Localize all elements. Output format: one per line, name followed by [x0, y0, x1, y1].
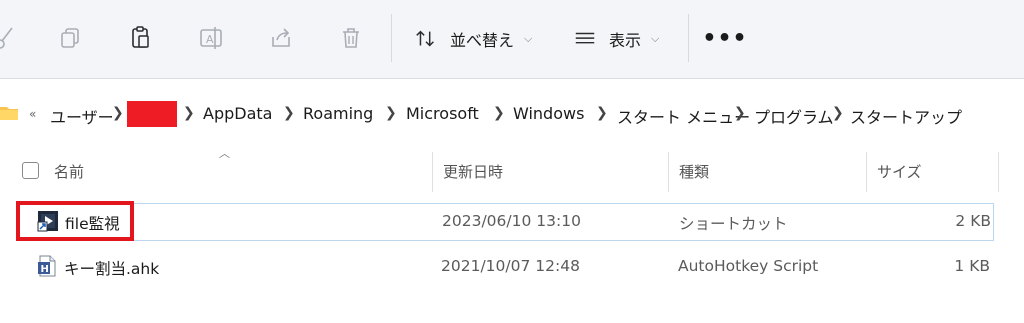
chevron-right-icon[interactable]: ❯	[493, 105, 505, 121]
column-header-name[interactable]: 名前	[54, 150, 84, 192]
view-label: 表示	[609, 31, 642, 50]
file-type: ショートカット	[679, 215, 788, 233]
file-size: 1 KB	[954, 257, 990, 275]
svg-text:H: H	[41, 264, 49, 275]
svg-text:A: A	[206, 33, 214, 46]
breadcrumb-programs[interactable]: プログラム	[754, 104, 834, 128]
more-icon[interactable]: •••	[702, 22, 746, 54]
chevron-right-icon[interactable]: ❯	[112, 105, 124, 121]
chevron-down-icon: ⌵	[651, 32, 660, 45]
breadcrumb-startup[interactable]: スタートアップ	[850, 104, 962, 128]
cut-icon[interactable]	[0, 22, 20, 54]
column-header-type[interactable]: 種類	[679, 150, 709, 192]
column-divider[interactable]	[866, 152, 867, 192]
sort-icon	[416, 30, 434, 47]
overflow-chevron-icon[interactable]: «	[29, 107, 36, 121]
chevron-right-icon[interactable]: ❯	[596, 105, 608, 121]
file-name[interactable]: キー割当.ahk	[64, 257, 159, 279]
paste-icon[interactable]	[126, 22, 156, 54]
breadcrumb-microsoft[interactable]: Microsoft	[406, 104, 479, 123]
chevron-right-icon[interactable]: ❯	[283, 105, 295, 121]
sort-label: 並べ替え	[450, 31, 515, 50]
toolbar-separator	[391, 14, 392, 62]
file-type: AutoHotkey Script	[678, 257, 819, 275]
file-size: 2 KB	[955, 212, 991, 230]
column-divider[interactable]	[668, 152, 669, 192]
ahk-file-icon: H	[38, 255, 56, 277]
breadcrumb-roaming[interactable]: Roaming	[303, 104, 373, 123]
chevron-right-icon[interactable]: ❯	[385, 105, 397, 121]
column-header-modified[interactable]: 更新日時	[443, 150, 503, 192]
sort-button[interactable]: 並べ替え ⌵	[414, 24, 532, 54]
delete-icon[interactable]	[336, 22, 366, 54]
chevron-right-icon[interactable]: ❯	[734, 105, 746, 121]
toolbar-separator	[688, 14, 689, 62]
breadcrumb-users[interactable]: ユーザー	[50, 104, 114, 128]
file-row[interactable]: H キー割当.ahk 2021/10/07 12:48 AutoHotkey S…	[16, 249, 992, 285]
select-all-checkbox[interactable]	[22, 162, 39, 179]
view-icon	[575, 32, 595, 44]
breadcrumb-start-menu[interactable]: スタート メニュー	[617, 104, 750, 128]
column-divider[interactable]	[432, 152, 433, 192]
copy-icon[interactable]	[56, 22, 86, 54]
highlight-annotation	[16, 201, 134, 241]
sort-ascending-icon: ︿	[219, 147, 230, 160]
file-row[interactable]: file監視 2023/06/10 13:10 ショートカット 2 KB	[16, 203, 994, 241]
column-header-size[interactable]: サイズ	[877, 150, 922, 192]
breadcrumb-appdata[interactable]: AppData	[203, 104, 272, 123]
share-icon[interactable]	[266, 22, 296, 54]
file-modified: 2021/10/07 12:48	[441, 257, 580, 275]
column-divider[interactable]	[998, 152, 999, 192]
view-button[interactable]: 表示 ⌵	[573, 24, 659, 54]
command-bar: A 並べ替え ⌵ 表示 ⌵ •••	[0, 0, 1024, 79]
redacted-username	[127, 101, 177, 127]
folder-icon	[0, 107, 18, 120]
file-modified: 2023/06/10 13:10	[442, 212, 581, 230]
chevron-down-icon: ⌵	[524, 32, 533, 45]
breadcrumb-windows[interactable]: Windows	[513, 104, 584, 123]
chevron-right-icon[interactable]: ❯	[183, 105, 195, 121]
rename-icon[interactable]: A	[196, 22, 226, 54]
chevron-right-icon[interactable]: ❯	[832, 105, 844, 121]
